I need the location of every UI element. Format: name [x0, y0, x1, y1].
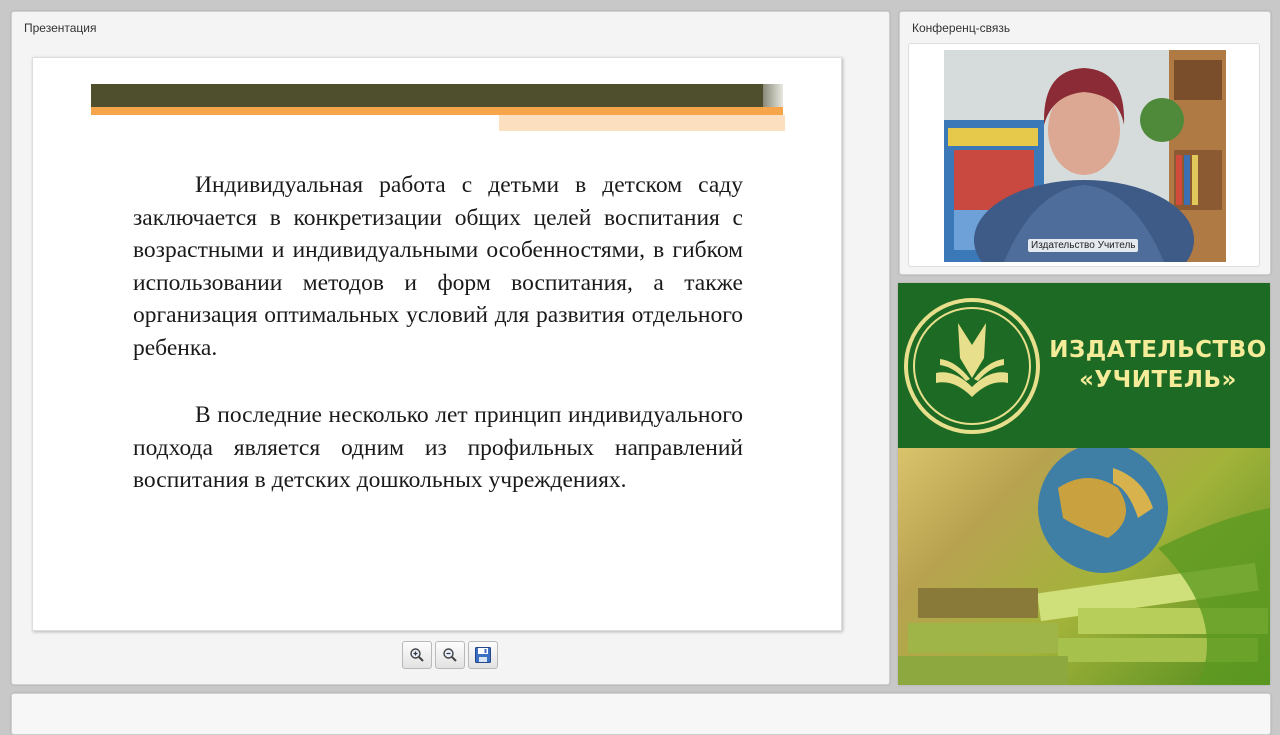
slide-paragraph-2-text: В последние несколько лет принцип индиви…	[133, 402, 743, 493]
publisher-name-line2: «УЧИТЕЛЬ»	[1079, 367, 1237, 393]
slide-header-accent	[91, 107, 783, 115]
publisher-banner-top: ИЗДАТЕЛЬСТВО «УЧИТЕЛЬ»	[898, 283, 1270, 448]
zoom-out-icon	[443, 648, 457, 662]
slide-header-bar	[91, 84, 763, 107]
publisher-logo-icon	[904, 298, 1040, 434]
publisher-name-line1: ИЗДАТЕЛЬСТВО	[1049, 337, 1267, 363]
participant-video-image	[944, 50, 1226, 262]
zoom-in-icon	[410, 648, 424, 662]
books-globe-image	[898, 443, 1270, 685]
slide-paragraph-1-text: Индивидуальная работа с детьми в детском…	[133, 172, 743, 361]
slide-paragraph-2: В последние несколько лет принцип индиви…	[133, 399, 743, 497]
participant-name-tag: Издательство Учитель	[1028, 239, 1139, 252]
slide: Индивидуальная работа с детьми в детском…	[32, 57, 842, 631]
conference-panel-title: Конференц-связь	[912, 21, 1011, 35]
participant-video[interactable]: Издательство Учитель	[944, 50, 1226, 262]
slide-header-accent-light	[499, 115, 785, 131]
publisher-banner-image	[898, 443, 1270, 685]
publisher-banner: ИЗДАТЕЛЬСТВО «УЧИТЕЛЬ»	[898, 283, 1270, 685]
slide-paragraph-1: Индивидуальная работа с детьми в детском…	[133, 169, 743, 364]
publisher-name: ИЗДАТЕЛЬСТВО «УЧИТЕЛЬ»	[1048, 335, 1268, 395]
zoom-out-button[interactable]	[435, 641, 465, 669]
zoom-in-button[interactable]	[402, 641, 432, 669]
save-icon	[475, 647, 491, 663]
bottom-panel	[11, 693, 1271, 735]
slide-toolbar	[402, 641, 498, 671]
presentation-panel-title: Презентация	[24, 21, 97, 35]
conference-panel: Конференц-связь Издательство Учитель	[899, 11, 1271, 275]
save-button[interactable]	[468, 641, 498, 669]
presentation-panel: Презентация Индивидуальная работа с деть…	[11, 11, 890, 685]
